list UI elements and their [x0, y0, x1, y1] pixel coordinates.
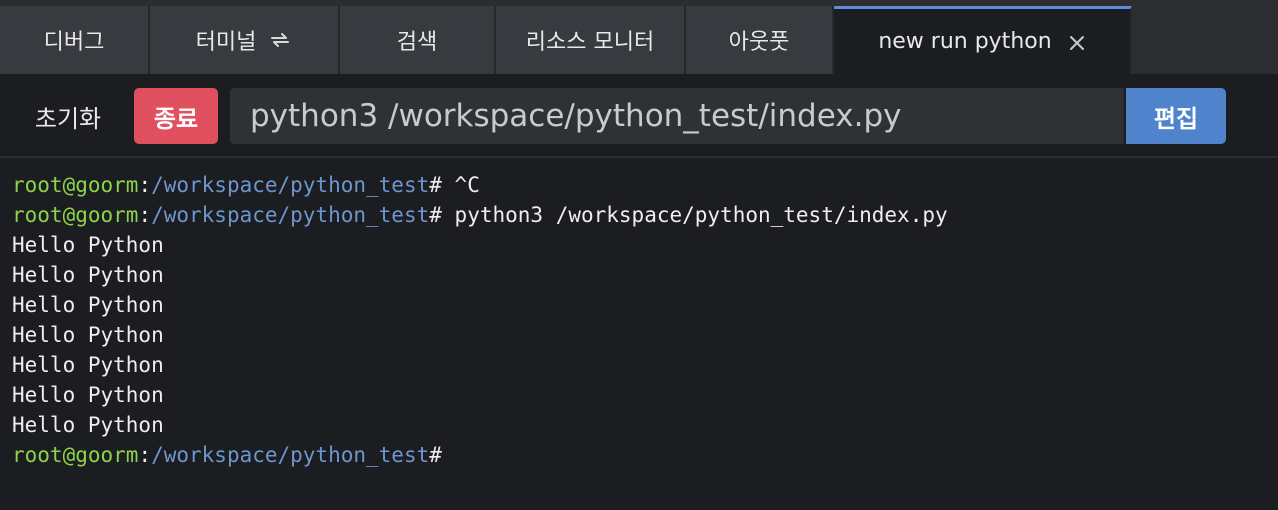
- edit-button[interactable]: 편집: [1126, 88, 1226, 144]
- tab-label: 아웃풋: [728, 30, 790, 55]
- prompt-separator: :: [138, 443, 152, 467]
- terminal-output[interactable]: root@goorm:/workspace/python_test# ^C roo…: [0, 158, 1278, 510]
- tab-resource-monitor[interactable]: 리소스 모니터: [496, 6, 686, 74]
- tab-label: 디버그: [43, 30, 105, 55]
- prompt-user: root@goorm: [12, 173, 139, 197]
- close-icon[interactable]: [1068, 33, 1086, 51]
- terminal-output-line: Hello Python: [12, 260, 1266, 290]
- stop-button[interactable]: 종료: [134, 88, 218, 144]
- terminal-output-line: Hello Python: [12, 350, 1266, 380]
- tab-label: 검색: [396, 30, 438, 55]
- prompt-separator: :: [138, 173, 152, 197]
- run-command-input[interactable]: [230, 88, 1124, 144]
- sync-icon[interactable]: [268, 28, 292, 52]
- tab-label: new run python: [878, 29, 1052, 54]
- output-text: Hello Python: [12, 293, 164, 317]
- tab-output[interactable]: 아웃풋: [686, 6, 834, 74]
- terminal-output-line: Hello Python: [12, 290, 1266, 320]
- prompt-symbol: #: [429, 203, 442, 227]
- output-text: Hello Python: [12, 263, 164, 287]
- terminal-prompt-line: root@goorm:/workspace/python_test# pytho…: [12, 200, 1266, 230]
- output-text: Hello Python: [12, 323, 164, 347]
- tab-debug[interactable]: 디버그: [0, 6, 150, 74]
- panel-tab-bar: 디버그 터미널 검색 리소스 모니터 아웃풋 new run python: [0, 0, 1278, 74]
- prompt-path: /workspace/python_test: [151, 203, 430, 227]
- terminal-prompt-line: root@goorm:/workspace/python_test# ^C: [12, 170, 1266, 200]
- terminal-output-line: Hello Python: [12, 230, 1266, 260]
- output-text: Hello Python: [12, 353, 164, 377]
- output-text: Hello Python: [12, 233, 164, 257]
- tab-search[interactable]: 검색: [340, 6, 496, 74]
- prompt-symbol: #: [429, 443, 442, 467]
- run-toolbar: 초기화 종료 편집: [0, 74, 1278, 158]
- prompt-symbol: #: [429, 173, 442, 197]
- prompt-separator: :: [138, 203, 152, 227]
- prompt-user: root@goorm: [12, 203, 139, 227]
- terminal-output-line: Hello Python: [12, 380, 1266, 410]
- prompt-path: /workspace/python_test: [151, 443, 430, 467]
- tab-label: 터미널: [195, 30, 257, 55]
- tab-new-run-python[interactable]: new run python: [834, 6, 1132, 74]
- prompt-user: root@goorm: [12, 443, 139, 467]
- prompt-path: /workspace/python_test: [151, 173, 430, 197]
- terminal-output-line: Hello Python: [12, 320, 1266, 350]
- prompt-command: ^C: [441, 173, 480, 197]
- reset-button[interactable]: 초기화: [16, 88, 120, 144]
- output-text: Hello Python: [12, 383, 164, 407]
- terminal-prompt-line: root@goorm:/workspace/python_test#: [12, 440, 1266, 470]
- terminal-output-line: Hello Python: [12, 410, 1266, 440]
- tab-terminal[interactable]: 터미널: [150, 6, 340, 74]
- prompt-command: python3 /workspace/python_test/index.py: [441, 203, 948, 227]
- output-text: Hello Python: [12, 413, 164, 437]
- tab-label: 리소스 모니터: [525, 30, 655, 55]
